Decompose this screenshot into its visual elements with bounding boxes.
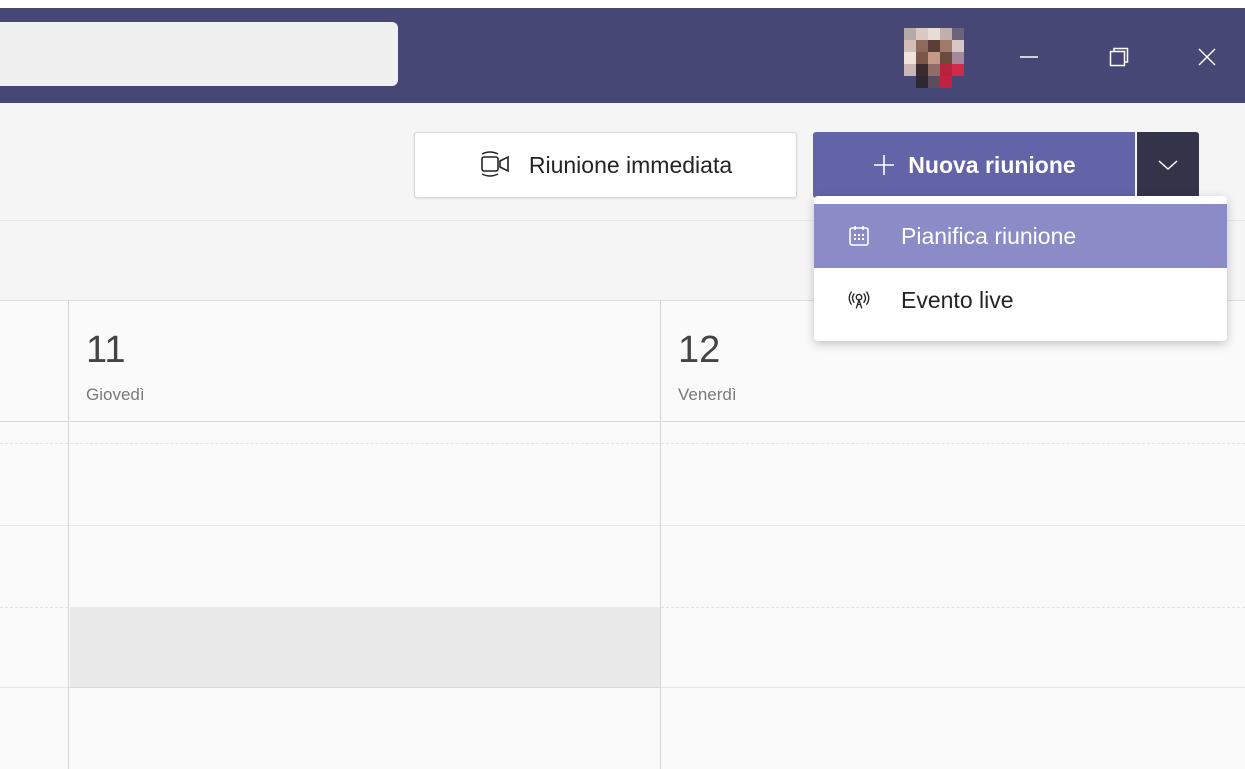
calendar-week-grid: 11 Giovedì 12 Venerdì — [0, 301, 1245, 769]
meet-now-label: Riunione immediata — [528, 151, 733, 178]
restore-icon — [1109, 47, 1129, 67]
close-button[interactable] — [1180, 30, 1234, 84]
day-column-divider — [68, 301, 69, 769]
new-meeting-label: Nuova riunione — [908, 151, 1076, 178]
selected-time-slot[interactable] — [70, 607, 660, 688]
plus-icon — [874, 155, 895, 175]
minimize-button[interactable] — [1002, 30, 1056, 84]
close-icon — [1198, 48, 1216, 66]
time-slot-divider — [0, 443, 1245, 444]
search-input[interactable] — [0, 22, 398, 86]
user-avatar[interactable] — [898, 26, 970, 90]
chevron-down-icon — [1158, 160, 1178, 171]
video-camera-icon — [481, 151, 509, 177]
restore-button[interactable] — [1092, 30, 1146, 84]
minimize-icon — [1020, 56, 1038, 58]
title-bar — [0, 0, 1245, 103]
day-number: 11 — [86, 329, 126, 371]
menu-item-schedule-meeting[interactable]: Pianifica riunione — [814, 204, 1227, 268]
menu-item-label: Evento live — [901, 286, 1014, 313]
new-meeting-dropdown-button[interactable] — [1137, 132, 1199, 198]
menu-item-label: Pianifica riunione — [901, 222, 1077, 249]
day-header-thursday[interactable]: 11 Giovedì — [70, 301, 661, 422]
day-name: Giovedì — [86, 385, 145, 404]
hour-divider — [0, 525, 1245, 526]
calendar-icon — [846, 223, 872, 249]
menu-item-live-event[interactable]: Evento live — [814, 268, 1227, 332]
day-name: Venerdì — [678, 385, 737, 404]
new-meeting-button[interactable]: Nuova riunione — [813, 132, 1135, 198]
new-meeting-menu: Pianifica riunione Evento live — [814, 196, 1227, 341]
day-column-divider — [660, 301, 661, 769]
day-header-previous — [0, 301, 69, 422]
day-number: 12 — [678, 329, 721, 371]
meet-now-button[interactable]: Riunione immediata — [414, 132, 797, 198]
live-broadcast-icon — [846, 287, 872, 313]
